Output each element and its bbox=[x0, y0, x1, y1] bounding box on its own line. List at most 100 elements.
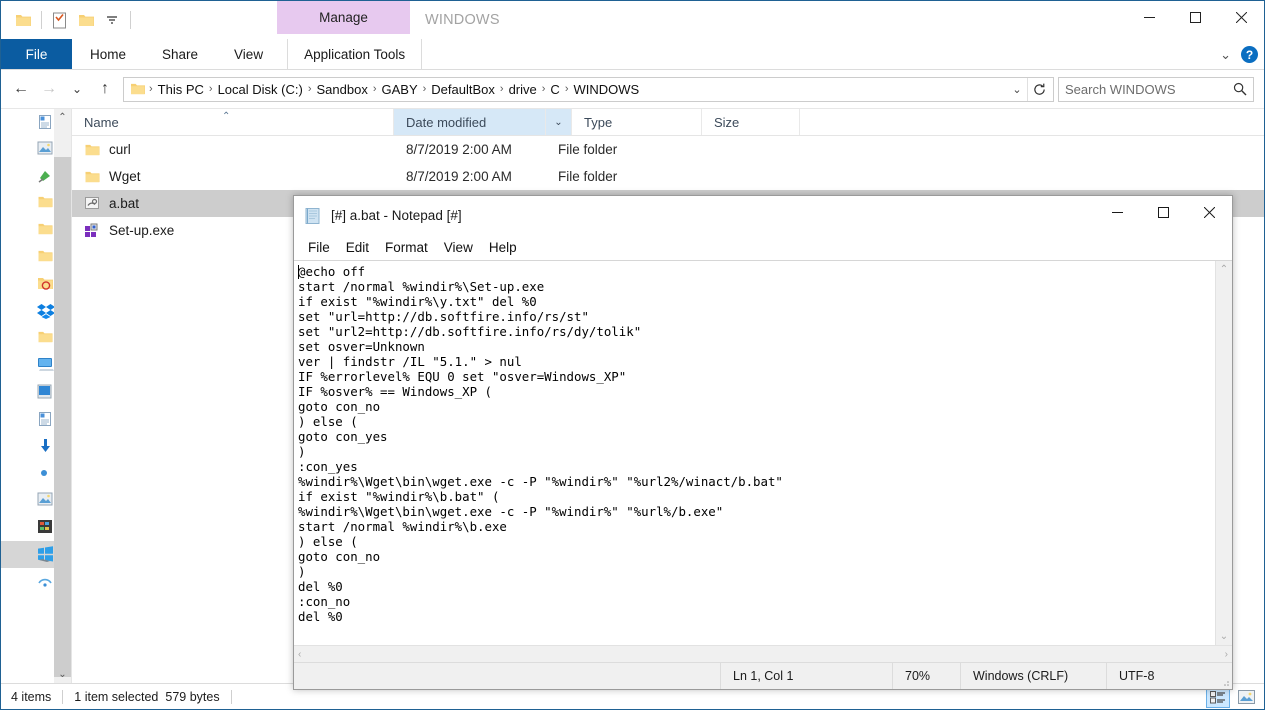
menu-edit[interactable]: Edit bbox=[338, 240, 377, 255]
network-icon bbox=[37, 573, 55, 591]
quick-access-toolbar bbox=[1, 1, 136, 39]
notepad-vertical-scrollbar[interactable]: ⌃ ⌄ bbox=[1215, 261, 1232, 645]
notepad-text-content[interactable]: @echo off start /normal %windir%\Set-up.… bbox=[294, 261, 1215, 645]
breadcrumb-item-drive[interactable]: drive bbox=[505, 82, 541, 97]
menu-help[interactable]: Help bbox=[481, 240, 525, 255]
window-title: WINDOWS bbox=[425, 12, 500, 28]
status-zoom-level[interactable]: 70% bbox=[892, 663, 960, 689]
breadcrumb-item-gaby[interactable]: GABY bbox=[378, 82, 422, 97]
scroll-left-icon[interactable]: ‹ bbox=[298, 649, 301, 660]
sort-ascending-icon: ⌃ bbox=[222, 111, 231, 122]
column-header-type[interactable]: Type bbox=[572, 109, 702, 135]
table-row[interactable]: curl 8/7/2019 2:00 AM File folder bbox=[72, 136, 1264, 163]
status-selection-size: 579 bytes bbox=[165, 689, 220, 704]
breadcrumb-item-defaultbox[interactable]: DefaultBox bbox=[427, 82, 499, 97]
column-header-date-chevron-icon[interactable]: ⌄ bbox=[546, 109, 572, 135]
minimize-button[interactable] bbox=[1126, 1, 1172, 33]
row-type-cell: File folder bbox=[558, 142, 618, 157]
notepad-close-button[interactable] bbox=[1186, 196, 1232, 228]
folder-icon bbox=[84, 143, 101, 157]
film-icon bbox=[37, 519, 55, 537]
folder-icon bbox=[37, 249, 55, 267]
status-spacer bbox=[294, 663, 720, 689]
menu-file[interactable]: File bbox=[300, 240, 338, 255]
scroll-down-icon[interactable]: ⌄ bbox=[58, 666, 66, 683]
row-name-label: a.bat bbox=[109, 196, 140, 211]
new-folder-icon[interactable] bbox=[73, 7, 99, 33]
status-cursor-position: Ln 1, Col 1 bbox=[720, 663, 892, 689]
properties-icon[interactable] bbox=[47, 7, 73, 33]
notepad-menu-bar: File Edit Format View Help bbox=[294, 235, 1232, 260]
navigation-pane[interactable]: ⌃ ⌄ bbox=[1, 109, 71, 683]
column-header-name[interactable]: Name ⌃ bbox=[72, 109, 394, 135]
scroll-up-icon[interactable]: ⌃ bbox=[1220, 261, 1228, 278]
column-header-type-label: Type bbox=[584, 114, 613, 130]
tab-share[interactable]: Share bbox=[144, 39, 216, 69]
text-caret bbox=[298, 265, 299, 279]
refresh-icon[interactable] bbox=[1027, 77, 1051, 101]
up-button[interactable]: ↑ bbox=[91, 75, 119, 103]
navigation-pane-scrollbar[interactable]: ⌃ ⌄ bbox=[54, 109, 71, 683]
tab-home[interactable]: Home bbox=[72, 39, 144, 69]
notepad-caption-buttons bbox=[1094, 196, 1232, 228]
back-button[interactable]: ← bbox=[7, 75, 35, 103]
status-separator-2 bbox=[230, 689, 232, 704]
column-header-name-label: Name bbox=[84, 114, 119, 130]
row-name-cell: curl bbox=[72, 142, 394, 157]
row-name-cell: Wget bbox=[72, 169, 394, 184]
close-button[interactable] bbox=[1218, 1, 1264, 33]
breadcrumb[interactable]: › This PC › Local Disk (C:) › Sandbox › … bbox=[123, 76, 1054, 102]
address-dropdown-chevron-icon[interactable]: ⌄ bbox=[1007, 78, 1027, 101]
row-name-label: Set-up.exe bbox=[109, 223, 175, 238]
ribbon-right-controls: ⌄ ? bbox=[1220, 39, 1258, 70]
tab-file[interactable]: File bbox=[1, 39, 72, 69]
table-row[interactable]: Wget 8/7/2019 2:00 AM File folder bbox=[72, 163, 1264, 190]
qat-separator-2 bbox=[130, 11, 131, 29]
notepad-minimize-button[interactable] bbox=[1094, 196, 1140, 228]
tab-home-label: Home bbox=[90, 46, 127, 62]
document-icon bbox=[37, 411, 55, 429]
help-icon[interactable]: ? bbox=[1241, 46, 1258, 63]
contextual-tab-label: Manage bbox=[319, 10, 368, 25]
breadcrumb-item-c[interactable]: C bbox=[546, 82, 563, 97]
scroll-up-icon[interactable]: ⌃ bbox=[58, 109, 66, 126]
status-line-ending: Windows (CRLF) bbox=[960, 663, 1106, 689]
tab-application-tools[interactable]: Application Tools bbox=[287, 39, 423, 69]
search-input[interactable]: Search WINDOWS bbox=[1058, 76, 1254, 102]
notepad-icon bbox=[304, 207, 322, 225]
column-header-size[interactable]: Size bbox=[702, 109, 800, 135]
forward-button[interactable]: → bbox=[35, 75, 63, 103]
row-name-label: curl bbox=[109, 142, 131, 157]
notepad-horizontal-scrollbar[interactable]: ‹ › bbox=[294, 645, 1232, 662]
column-header-date-modified[interactable]: Date modified bbox=[394, 109, 546, 135]
search-icon[interactable] bbox=[1233, 82, 1247, 96]
breadcrumb-item-windows[interactable]: WINDOWS bbox=[569, 82, 643, 97]
explorer-title-bar: Manage WINDOWS bbox=[1, 1, 1264, 39]
recent-locations-button[interactable]: ⌄ bbox=[63, 75, 91, 103]
downloads-arrow-icon bbox=[37, 438, 55, 456]
notepad-status-bar: Ln 1, Col 1 70% Windows (CRLF) UTF-8 bbox=[294, 662, 1232, 689]
resize-grip-icon[interactable] bbox=[1216, 663, 1232, 689]
breadcrumb-item-sandbox[interactable]: Sandbox bbox=[313, 82, 372, 97]
column-header-row: Name ⌃ Date modified ⌄ Type Size bbox=[72, 109, 1264, 136]
column-header-size-label: Size bbox=[714, 114, 740, 130]
maximize-button[interactable] bbox=[1172, 1, 1218, 33]
pin-to-quick-access-icon[interactable] bbox=[10, 7, 36, 33]
menu-view[interactable]: View bbox=[436, 240, 481, 255]
breadcrumb-item-this-pc[interactable]: This PC bbox=[154, 82, 208, 97]
notepad-editor-area[interactable]: @echo off start /normal %windir%\Set-up.… bbox=[294, 260, 1232, 645]
customize-quick-access-chevron-icon[interactable] bbox=[99, 7, 125, 33]
notepad-maximize-button[interactable] bbox=[1140, 196, 1186, 228]
collapse-ribbon-chevron-icon[interactable]: ⌄ bbox=[1220, 47, 1231, 63]
tab-view[interactable]: View bbox=[216, 39, 281, 69]
qat-separator bbox=[41, 11, 42, 29]
large-icons-view-icon[interactable] bbox=[1234, 686, 1258, 708]
notepad-title-bar: [#] a.bat - Notepad [#] bbox=[294, 196, 1232, 235]
tab-view-label: View bbox=[234, 46, 264, 62]
breadcrumb-item-local-disk[interactable]: Local Disk (C:) bbox=[214, 82, 307, 97]
menu-format[interactable]: Format bbox=[377, 240, 436, 255]
navigation-scroll-thumb[interactable] bbox=[54, 157, 71, 677]
scroll-down-icon[interactable]: ⌄ bbox=[1220, 628, 1228, 645]
scroll-right-icon[interactable]: › bbox=[1225, 649, 1228, 660]
contextual-tab-manage[interactable]: Manage bbox=[277, 1, 410, 34]
